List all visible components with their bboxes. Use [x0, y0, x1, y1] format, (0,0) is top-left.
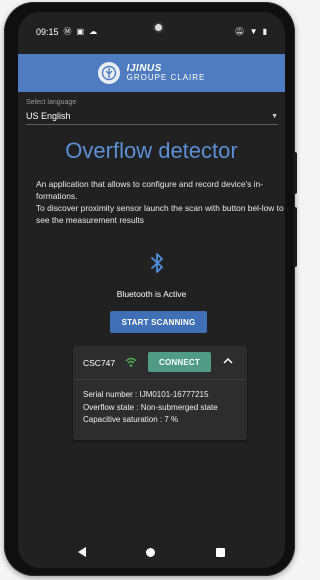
connect-button[interactable]: CONNECT	[148, 352, 211, 372]
app-bar: IJINUS GROUPE CLAIRE	[18, 54, 285, 92]
status-left: 09:15 Ⓜ ▣ ☁	[36, 27, 97, 37]
volume-button	[293, 207, 297, 267]
screen: 09:15 Ⓜ ▣ ☁ 🔕︎ ▼ ▮ IJINUS GROUPE CLAIRE …	[18, 12, 285, 568]
mute-icon: 🔕︎	[234, 27, 245, 36]
language-value: US English	[26, 111, 71, 121]
signal-m-icon: Ⓜ	[63, 27, 72, 36]
status-right: 🔕︎ ▼ ▮	[235, 28, 267, 36]
device-card: CSC747 CONNECT Serial number : IJM0101-1…	[73, 346, 247, 440]
language-select[interactable]: US English ▼	[26, 109, 278, 123]
device-details: Serial number : IJM0101-16777215 Overflo…	[83, 389, 218, 427]
overflow-state: Overflow state : Non-submerged state	[83, 402, 218, 412]
device-name: CSC747	[83, 358, 116, 368]
card-divider	[73, 379, 247, 380]
device-card-header: CSC747 CONNECT	[73, 346, 247, 378]
battery-icon: ▮	[262, 27, 267, 36]
status-bar: 09:15 Ⓜ ▣ ☁ 🔕︎ ▼ ▮	[18, 12, 285, 52]
chevron-up-icon[interactable]	[223, 357, 233, 365]
dropdown-caret-icon: ▼	[271, 112, 278, 120]
recent-apps-icon[interactable]	[215, 547, 225, 557]
navigation-bar	[18, 538, 285, 566]
brand-group: GROUPE CLAIRE	[126, 73, 206, 83]
brand-logo: IJINUS GROUPE CLAIRE	[97, 62, 206, 84]
capacitive-saturation: Capacitive saturation : 7 %	[83, 415, 179, 424]
bluetooth-icon	[151, 253, 163, 273]
notification-icon: ▣	[76, 27, 85, 36]
back-icon[interactable]	[78, 547, 87, 557]
description: An application that allows to configure …	[36, 178, 285, 226]
language-underline	[26, 124, 278, 125]
bluetooth-status: Bluetooth is Active	[116, 289, 187, 299]
serial-number: Serial number : IJM0101-16777215	[83, 390, 209, 399]
status-time: 09:15	[36, 27, 59, 37]
brand-text: IJINUS GROUPE CLAIRE	[126, 63, 206, 83]
description-line-1: An application that allows to configure …	[36, 179, 263, 201]
phone-frame: 09:15 Ⓜ ▣ ☁ 🔕︎ ▼ ▮ IJINUS GROUPE CLAIRE …	[4, 2, 297, 576]
wifi-signal-icon	[125, 357, 137, 367]
home-icon[interactable]	[146, 547, 156, 557]
description-line-2: To discover proximity sensor launch the …	[36, 203, 284, 225]
wifi-icon: ▼	[249, 27, 258, 36]
language-label: Select language	[26, 99, 77, 106]
start-scanning-button[interactable]: START SCANNING	[110, 311, 207, 333]
power-button	[293, 152, 297, 194]
cloud-icon: ☁	[89, 27, 98, 36]
page-title: Overflow detector	[65, 138, 238, 163]
ijinus-logo-icon	[97, 62, 120, 84]
